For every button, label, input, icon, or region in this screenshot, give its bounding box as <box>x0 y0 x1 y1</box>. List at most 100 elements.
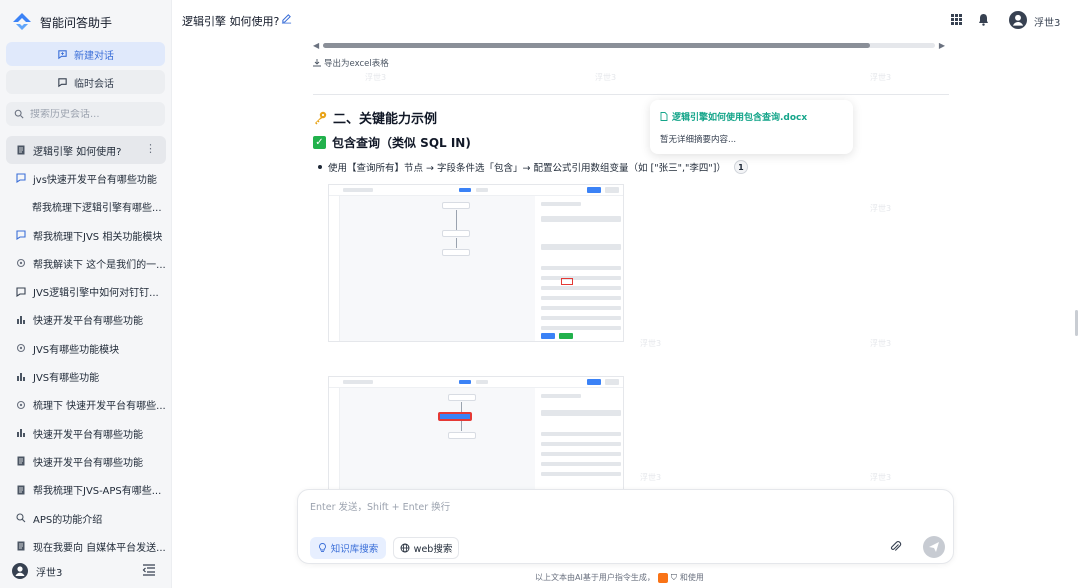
search-icon <box>14 109 24 119</box>
watermark: 浮世3 <box>870 73 892 82</box>
history-item[interactable]: 帮我梳理下JVS 相关功能模块 <box>6 221 166 249</box>
history-item[interactable]: 快速开发平台有哪些功能 <box>6 447 166 475</box>
history-item[interactable]: JVS有哪些功能模块 <box>6 334 166 362</box>
history-item[interactable]: 快速开发平台有哪些功能 <box>6 419 166 447</box>
screenshot-left-nav <box>329 388 340 489</box>
chat-icon <box>16 287 26 297</box>
watermark: 浮世3 <box>870 204 892 213</box>
citation-popup: 逻辑引擎如何使用包含查询.docx 暂无详细摘要内容... <box>650 100 853 154</box>
topbar: 逻辑引擎 如何使用? 浮世3 <box>172 0 1080 40</box>
scroll-left-icon[interactable]: ◀ <box>313 41 319 50</box>
knowledge-base-search-toggle[interactable]: 知识库搜索 <box>310 537 386 559</box>
document-icon <box>17 456 25 466</box>
check-mark-icon: ✓ <box>313 136 326 149</box>
screenshot-config-panel <box>535 388 623 489</box>
web-search-toggle[interactable]: web搜索 <box>393 537 459 559</box>
history-item-label: JVS有哪些功能模块 <box>33 344 120 356</box>
history-item-label: 帮我梳理下逻辑引擎有哪些... <box>32 203 162 215</box>
edit-title-icon[interactable] <box>281 13 292 24</box>
scroll-right-icon[interactable]: ▶ <box>939 41 945 50</box>
watermark: 浮世3 <box>640 339 662 348</box>
apps-grid-icon[interactable] <box>951 14 962 25</box>
new-chat-label: 新建对话 <box>74 50 114 62</box>
history-item[interactable]: 帮我解读下 这个是我们的一... <box>6 249 166 277</box>
collapse-sidebar-icon[interactable] <box>142 564 156 576</box>
citation-title-text: 逻辑引擎如何使用包含查询.docx <box>672 113 808 123</box>
history-item-label: 帮我解读下 这个是我们的一... <box>33 259 166 271</box>
new-chat-button[interactable]: 新建对话 <box>6 42 165 66</box>
history-item-label: 快速开发平台有哪些功能 <box>33 429 143 441</box>
export-excel-link[interactable]: 导出为excel表格 <box>313 57 389 69</box>
history-item-label: 现在我要向 自媒体平台发送... <box>33 542 166 554</box>
brand-mark-icon <box>657 572 668 583</box>
history-item-label: 帮我梳理下JVS 相关功能模块 <box>33 231 163 243</box>
disclaimer-text-b: 和使用 <box>679 573 704 582</box>
document-icon <box>17 485 25 495</box>
conversation-title: 逻辑引擎 如何使用? <box>182 15 280 28</box>
gear-icon <box>16 344 26 353</box>
screenshot-config-panel <box>535 196 623 341</box>
history-item-label: 快速开发平台有哪些功能 <box>33 457 143 469</box>
notification-bell-icon[interactable] <box>978 13 989 26</box>
chat-ai-icon <box>16 173 26 184</box>
watermark: 浮世3 <box>365 73 387 82</box>
history-item-label: 逻辑引擎 如何使用? <box>33 146 122 158</box>
list-item: 使用【查询所有】节点 → 字段条件选「包含」→ 配置公式引用数组变量（如 ["张… <box>318 160 748 174</box>
more-options-icon[interactable]: ⋮ <box>145 142 156 155</box>
section-heading-text: 二、关键能力示例 <box>333 112 438 127</box>
history-item-label: jvs快速开发平台有哪些功能 <box>33 174 157 186</box>
chat-ai-icon <box>16 230 26 241</box>
example-screenshot <box>328 376 624 490</box>
history-item[interactable]: JVS逻辑引擎中如何对钉钉... <box>6 277 166 305</box>
citation-summary: 暂无详细摘要内容... <box>660 135 737 145</box>
sidebar: 智能问答助手 新建对话 临时会话 逻辑引擎 如何使用? ⋮ jvs快速开发平台有… <box>0 0 172 588</box>
temp-chat-label: 临时会话 <box>74 78 114 90</box>
subsection-heading: ✓ 包含查询（类似 SQL IN) <box>313 134 471 151</box>
attachment-icon[interactable] <box>889 540 902 553</box>
history-search-input[interactable] <box>30 108 150 120</box>
download-icon <box>313 59 321 67</box>
history-item-label: JVS逻辑引擎中如何对钉钉... <box>33 288 159 300</box>
screenshot-left-nav <box>329 196 340 341</box>
history-item[interactable]: jvs快速开发平台有哪些功能 <box>6 164 166 192</box>
list-item-text: 使用【查询所有】节点 → 字段条件选「包含」→ 配置公式引用数组变量（如 ["张… <box>328 163 726 174</box>
avatar[interactable] <box>12 563 28 579</box>
avatar[interactable] <box>1009 11 1027 29</box>
send-button[interactable] <box>923 536 945 558</box>
watermark: 浮世3 <box>640 473 662 482</box>
page-scrollbar[interactable] <box>1075 310 1078 336</box>
key-icon <box>315 111 327 124</box>
chat-plus-icon <box>58 49 67 59</box>
screenshot-header <box>329 185 623 196</box>
screenshot-canvas <box>340 196 535 341</box>
topbar-username: 浮世3 <box>1034 18 1061 29</box>
document-icon <box>17 541 25 551</box>
gear-icon <box>16 400 26 409</box>
table-horizontal-scrollbar[interactable]: ◀ ▶ <box>313 40 945 50</box>
section-divider <box>313 94 949 95</box>
citation-title[interactable]: 逻辑引擎如何使用包含查询.docx <box>660 110 843 123</box>
subsection-heading-text: 包含查询（类似 SQL IN) <box>332 136 471 150</box>
history-item[interactable]: 快速开发平台有哪些功能 <box>6 306 166 334</box>
document-icon <box>660 112 668 121</box>
history-item-label: 梳理下 快速开发平台有哪些... <box>33 401 166 413</box>
watermark: 浮世3 <box>870 473 892 482</box>
citation-badge[interactable]: 1 <box>733 160 748 174</box>
history-search[interactable] <box>6 102 165 126</box>
watermark: 浮世3 <box>595 73 617 82</box>
history-item[interactable]: JVS有哪些功能 <box>6 362 166 390</box>
history-item[interactable]: 帮我梳理下逻辑引擎有哪些... <box>6 193 166 221</box>
history-item[interactable]: 帮我梳理下JVS-APS有哪些... <box>6 476 166 504</box>
document-icon <box>17 145 25 155</box>
section-heading: 二、关键能力示例 <box>313 108 437 127</box>
history-item[interactable]: 逻辑引擎 如何使用? ⋮ <box>6 136 166 165</box>
footer-username: 浮世3 <box>36 567 63 579</box>
scrollbar-thumb[interactable] <box>323 43 870 48</box>
history-item[interactable]: 梳理下 快速开发平台有哪些... <box>6 391 166 419</box>
export-label: 导出为excel表格 <box>324 59 389 69</box>
app-title: 智能问答助手 <box>40 15 113 30</box>
watermark: 浮世3 <box>870 339 892 348</box>
history-item[interactable]: APS的功能介绍 <box>6 504 166 532</box>
message-input[interactable] <box>310 499 870 519</box>
temp-chat-button[interactable]: 临时会话 <box>6 70 165 94</box>
